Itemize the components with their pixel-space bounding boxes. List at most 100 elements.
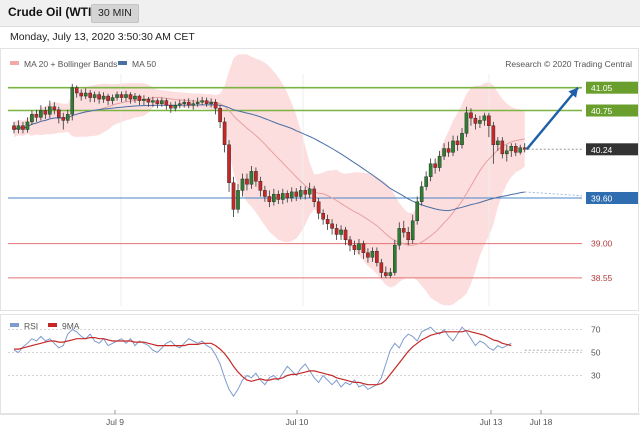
legend-label: MA 20 + Bollinger Bands	[24, 59, 117, 69]
candle-body	[133, 95, 137, 100]
candle-body	[124, 94, 128, 98]
candle-body	[137, 95, 142, 101]
candle-body	[92, 94, 97, 98]
candle-body	[168, 104, 173, 109]
credit-label: Research © 2020 Trading Central	[505, 59, 632, 69]
candle-body	[307, 188, 312, 195]
candle-body	[48, 106, 52, 115]
candle-body	[357, 243, 361, 250]
candle-body	[343, 229, 348, 241]
candle-body	[330, 223, 334, 229]
candle-body	[258, 181, 263, 191]
candle-body	[478, 120, 482, 124]
candle-body	[294, 191, 299, 197]
candle-body	[83, 92, 88, 97]
candle-body	[267, 196, 272, 202]
candle-body	[505, 150, 509, 155]
candle-body	[424, 176, 428, 187]
candle-body	[200, 100, 204, 103]
candle-body	[236, 190, 240, 210]
level-label-support: 38.55	[591, 273, 613, 283]
x-tick-label: Jul 10	[286, 417, 309, 427]
candle-body	[473, 117, 478, 124]
candle-body	[496, 140, 500, 145]
candle-body	[186, 101, 191, 106]
candle-body	[276, 193, 281, 200]
candle-body	[312, 188, 316, 202]
forecast-arrow-shaft	[525, 86, 579, 151]
candle-body	[74, 87, 79, 94]
candle-body	[361, 243, 366, 253]
level-label-resistance: 41.05	[591, 83, 613, 93]
candle-body	[182, 101, 187, 104]
candle-body	[321, 212, 325, 220]
candle-body	[254, 171, 258, 182]
candle-body	[388, 272, 393, 276]
rsi-series-9ma	[14, 329, 512, 386]
bollinger-band	[14, 54, 525, 306]
candle-body	[115, 94, 119, 98]
candle-body	[446, 148, 451, 153]
legend-swatch	[118, 61, 127, 65]
candle-body	[25, 121, 30, 130]
candle-body	[285, 193, 290, 199]
candle-body	[209, 101, 213, 104]
level-label-resistance: 40.75	[591, 106, 613, 116]
candle-body	[352, 244, 357, 250]
candle-body	[195, 101, 200, 104]
ma50-projection	[524, 191, 583, 197]
candle-body	[52, 106, 57, 110]
candle-body	[65, 114, 70, 121]
legend-swatch	[10, 61, 19, 65]
candle-body	[406, 232, 411, 241]
candle-body	[513, 146, 518, 153]
candle-body	[518, 147, 523, 153]
candle-body	[397, 228, 402, 246]
candle-body	[428, 163, 433, 177]
candle-body	[155, 100, 160, 104]
candle-body	[348, 239, 352, 246]
candle-body	[460, 133, 464, 145]
legend-label: MA 50	[132, 59, 156, 69]
rsi-legend-swatch	[10, 323, 19, 327]
candle-body	[61, 117, 66, 121]
candle-body	[384, 272, 388, 276]
candle-body	[204, 100, 209, 104]
candle-body	[419, 186, 424, 202]
candle-body	[469, 112, 473, 119]
candle-body	[173, 104, 178, 109]
candle-body	[339, 229, 343, 235]
rsi-tick-label: 50	[591, 348, 601, 358]
candle-body	[128, 94, 133, 100]
candle-body	[393, 244, 397, 273]
candle-body	[500, 140, 505, 155]
candle-body	[263, 190, 267, 197]
candle-body	[401, 228, 406, 233]
candle-body	[213, 101, 218, 109]
candle-body	[509, 146, 514, 152]
candle-body	[101, 95, 106, 100]
candle-body	[142, 98, 146, 101]
candle-body	[110, 97, 115, 101]
candle-body	[119, 94, 124, 98]
candle-body	[16, 125, 21, 130]
candle-body	[375, 251, 379, 263]
candle-body	[366, 252, 370, 258]
candle-body	[245, 178, 249, 185]
candle-body	[164, 100, 169, 106]
candle-body	[30, 114, 34, 123]
candle-body	[289, 191, 294, 199]
level-label-pivot: 39.60	[591, 193, 613, 203]
candle-body	[249, 171, 254, 185]
candle-body	[231, 182, 236, 210]
candle-body	[97, 94, 101, 100]
candle-body	[433, 163, 437, 168]
candle-body	[146, 98, 151, 103]
candle-body	[70, 87, 75, 115]
candle-body	[151, 100, 155, 103]
candle-body	[218, 108, 222, 123]
candle-body	[57, 109, 61, 118]
candle-body	[177, 103, 182, 106]
candle-body	[491, 125, 496, 145]
candle-body	[298, 190, 303, 197]
